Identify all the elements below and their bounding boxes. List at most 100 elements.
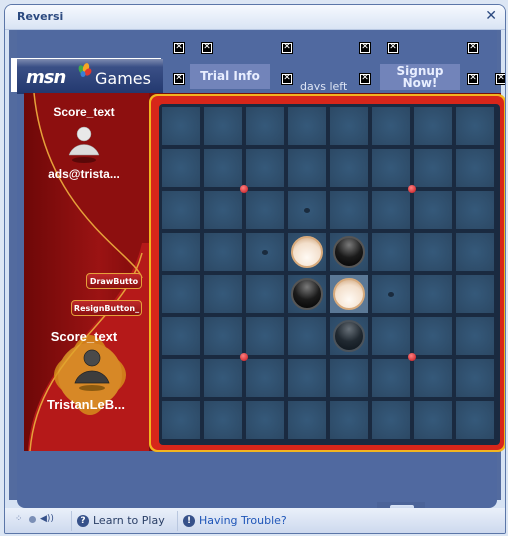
board-cell[interactable] (372, 107, 410, 145)
board-cell[interactable] (162, 107, 200, 145)
valid-move-hint (262, 250, 268, 255)
board-cell[interactable] (204, 233, 242, 271)
board-cell[interactable] (288, 401, 326, 439)
resize-grip-icon: ⁘ (15, 514, 23, 524)
board-cell[interactable] (456, 317, 494, 355)
board-cell[interactable] (246, 191, 284, 229)
board-cell[interactable] (162, 359, 200, 397)
board-cell[interactable] (330, 191, 368, 229)
board-cell[interactable] (456, 107, 494, 145)
board-cell[interactable] (414, 317, 452, 355)
player-sidebar: Score_text ads@trista... DrawButto Resig… (24, 93, 149, 451)
star-point-marker (408, 353, 416, 361)
board-cell[interactable] (414, 359, 452, 397)
board-cell[interactable] (204, 359, 242, 397)
board-cell[interactable] (204, 107, 242, 145)
msn-games-logo[interactable]: msn Games (17, 59, 163, 94)
board-cell[interactable] (288, 233, 326, 271)
board-cell[interactable] (456, 359, 494, 397)
board-cell[interactable] (204, 191, 242, 229)
board-cell[interactable] (288, 149, 326, 187)
broken-image-glyph: ✕ (389, 42, 397, 52)
board-cell[interactable] (414, 107, 452, 145)
black-disc (291, 278, 323, 310)
board-cell[interactable] (372, 401, 410, 439)
board-cell[interactable] (372, 317, 410, 355)
board-cell[interactable] (204, 275, 242, 313)
board-cell[interactable] (456, 191, 494, 229)
board-cell[interactable] (204, 401, 242, 439)
board-cell[interactable] (288, 359, 326, 397)
broken-image-icon: ✕ (173, 42, 185, 54)
board-cell[interactable] (246, 401, 284, 439)
board-cell[interactable] (330, 317, 368, 355)
board-cell[interactable] (330, 401, 368, 439)
board-cell[interactable] (372, 149, 410, 187)
board-cell[interactable] (456, 149, 494, 187)
board-cell[interactable] (246, 359, 284, 397)
board-cell[interactable] (330, 233, 368, 271)
status-bar: ⁘ ◀)) ? Learn to Play ! Having Trouble? (5, 508, 505, 533)
alert-icon: ! (183, 514, 195, 527)
board-cell[interactable] (162, 275, 200, 313)
broken-image-glyph: ✕ (361, 42, 369, 52)
trial-info-button[interactable]: Trial Info (190, 64, 270, 89)
close-icon[interactable]: ✕ (485, 8, 497, 24)
black-disc (333, 236, 365, 268)
star-point-marker (240, 353, 248, 361)
client-area: ✕ ✕ ✕ ✕ ✕ ✕ ✕ ✕ ✕ ✕ ✕ Trial Info days le… (9, 30, 505, 508)
having-trouble-link[interactable]: ! Having Trouble? (183, 514, 287, 527)
board-cell[interactable] (414, 401, 452, 439)
draw-button[interactable]: DrawButto (86, 273, 142, 289)
board-cell[interactable] (162, 191, 200, 229)
board-cell[interactable] (246, 233, 284, 271)
player-avatar-icon (74, 349, 110, 391)
board-cell[interactable] (246, 149, 284, 187)
board-cell[interactable] (162, 317, 200, 355)
board-cell[interactable] (372, 191, 410, 229)
player-score-text: Score_text (50, 329, 118, 344)
valid-move-hint (304, 208, 310, 213)
board-cell[interactable] (372, 359, 410, 397)
board-cell[interactable] (414, 275, 452, 313)
board-cell[interactable] (204, 149, 242, 187)
board-grid (162, 107, 498, 443)
resign-button[interactable]: ResignButton_ (71, 300, 142, 316)
board-cell[interactable] (372, 233, 410, 271)
signup-now-button[interactable]: Signup Now! (380, 64, 460, 90)
game-area: Score_text ads@trista... DrawButto Resig… (24, 93, 505, 452)
board-cell[interactable] (246, 317, 284, 355)
broken-image-icon: ✕ (359, 42, 371, 54)
board-cell[interactable] (162, 233, 200, 271)
board-cell[interactable] (162, 149, 200, 187)
broken-image-icon: ✕ (467, 42, 479, 54)
board-cell[interactable] (330, 107, 368, 145)
broken-image-glyph: ✕ (361, 73, 369, 83)
board-cell[interactable] (456, 233, 494, 271)
board-cell[interactable] (414, 233, 452, 271)
board-cell[interactable] (288, 275, 326, 313)
board-cell[interactable] (414, 149, 452, 187)
star-point-marker (408, 185, 416, 193)
white-disc (333, 278, 365, 310)
board-cell[interactable] (330, 275, 368, 313)
sound-toggle[interactable]: ◀)) (29, 514, 54, 524)
board-cell[interactable] (162, 401, 200, 439)
board-cell[interactable] (246, 107, 284, 145)
board-cell[interactable] (288, 107, 326, 145)
board-cell[interactable] (330, 149, 368, 187)
board (159, 104, 500, 445)
learn-to-play-link[interactable]: ? Learn to Play (77, 514, 165, 527)
opponent-score-text: Score_text (53, 105, 115, 119)
board-cell[interactable] (204, 317, 242, 355)
board-cell[interactable] (372, 275, 410, 313)
msn-logo-text: msn (26, 67, 66, 88)
board-cell[interactable] (456, 275, 494, 313)
board-cell[interactable] (414, 191, 452, 229)
board-cell[interactable] (288, 191, 326, 229)
board-cell[interactable] (246, 275, 284, 313)
title-bar: Reversi ✕ (5, 5, 505, 30)
board-cell[interactable] (288, 317, 326, 355)
board-cell[interactable] (330, 359, 368, 397)
board-cell[interactable] (456, 401, 494, 439)
